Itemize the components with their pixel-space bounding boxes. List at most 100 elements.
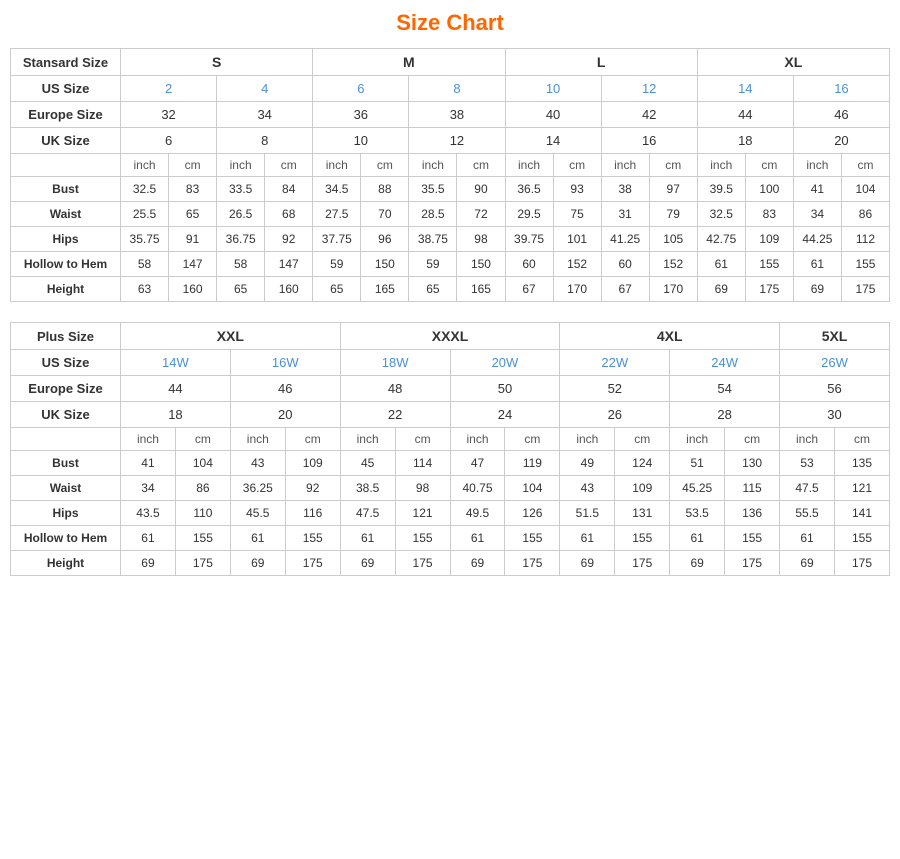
cell-4-9: 170	[553, 277, 601, 302]
uk-16: 16	[601, 128, 697, 154]
unit-cm-2: cm	[361, 154, 409, 177]
plus-cell-4-13: 175	[834, 551, 889, 576]
plus-cell-3-5: 155	[395, 526, 450, 551]
cell-3-0: 58	[121, 252, 169, 277]
cell-4-12: 69	[697, 277, 745, 302]
row-label-2: Hips	[11, 227, 121, 252]
plus-table-row: Hips43.511045.511647.512149.512651.51315…	[11, 501, 890, 526]
us-size-label: US Size	[11, 76, 121, 102]
cell-2-1: 91	[169, 227, 217, 252]
us-size-2: 2	[121, 76, 217, 102]
plus-row-label-1: Waist	[11, 476, 121, 501]
plus-uk-18: 18	[121, 402, 231, 428]
plus-cell-1-12: 47.5	[780, 476, 835, 501]
cell-3-12: 61	[697, 252, 745, 277]
cell-4-0: 63	[121, 277, 169, 302]
plus-europe-48: 48	[340, 376, 450, 402]
cell-3-5: 150	[361, 252, 409, 277]
plus-unit-cm-6: cm	[834, 428, 889, 451]
us-size-6: 6	[313, 76, 409, 102]
plus-cell-3-11: 155	[725, 526, 780, 551]
cell-3-2: 58	[217, 252, 265, 277]
plus-unit-cm-1: cm	[285, 428, 340, 451]
plus-unit-inch-6: inch	[780, 428, 835, 451]
plus-uk-20: 20	[230, 402, 340, 428]
cell-0-13: 100	[745, 177, 793, 202]
cell-4-11: 170	[649, 277, 697, 302]
europe-44: 44	[697, 102, 793, 128]
plus-cell-2-11: 136	[725, 501, 780, 526]
plus-uk-28: 28	[670, 402, 780, 428]
plus-size-5xl: 5XL	[780, 323, 890, 350]
plus-cell-2-4: 47.5	[340, 501, 395, 526]
plus-cell-4-1: 175	[175, 551, 230, 576]
us-size-8: 8	[409, 76, 505, 102]
plus-cell-2-7: 126	[505, 501, 560, 526]
plus-cell-1-4: 38.5	[340, 476, 395, 501]
cell-3-7: 150	[457, 252, 505, 277]
plus-cell-1-7: 104	[505, 476, 560, 501]
uk-18: 18	[697, 128, 793, 154]
uk-14: 14	[505, 128, 601, 154]
plus-unit-inch-5: inch	[670, 428, 725, 451]
plus-cell-0-1: 104	[175, 451, 230, 476]
plus-cell-3-12: 61	[780, 526, 835, 551]
plus-size-xxxl: XXXL	[340, 323, 560, 350]
plus-table-row: Height6917569175691756917569175691756917…	[11, 551, 890, 576]
us-size-10: 10	[505, 76, 601, 102]
uk-8: 8	[217, 128, 313, 154]
plus-cell-3-10: 61	[670, 526, 725, 551]
cell-1-13: 83	[745, 202, 793, 227]
plus-cell-0-0: 41	[121, 451, 176, 476]
cell-1-3: 68	[265, 202, 313, 227]
cell-1-14: 34	[793, 202, 841, 227]
plus-europe-50: 50	[450, 376, 560, 402]
plus-cell-3-3: 155	[285, 526, 340, 551]
plus-cell-3-2: 61	[230, 526, 285, 551]
plus-cell-1-5: 98	[395, 476, 450, 501]
standard-size-section: Stansard Size S M L XL US Size 2 4 6 8 1…	[10, 48, 890, 302]
europe-size-label: Europe Size	[11, 102, 121, 128]
cell-0-8: 36.5	[505, 177, 553, 202]
cell-2-6: 38.75	[409, 227, 457, 252]
plus-europe-label: Europe Size	[11, 376, 121, 402]
cell-3-4: 59	[313, 252, 361, 277]
plus-cell-0-13: 135	[834, 451, 889, 476]
plus-unit-cm-3: cm	[505, 428, 560, 451]
plus-uk-24: 24	[450, 402, 560, 428]
plus-europe-54: 54	[670, 376, 780, 402]
plus-cell-4-10: 69	[670, 551, 725, 576]
plus-cell-4-9: 175	[615, 551, 670, 576]
plus-cell-4-6: 69	[450, 551, 505, 576]
row-label-4: Height	[11, 277, 121, 302]
plus-uk-26: 26	[560, 402, 670, 428]
unit-inch-1: inch	[217, 154, 265, 177]
cell-4-10: 67	[601, 277, 649, 302]
cell-2-13: 109	[745, 227, 793, 252]
plus-header-label: Plus Size	[11, 323, 121, 350]
unit-inch-7: inch	[793, 154, 841, 177]
plus-cell-4-8: 69	[560, 551, 615, 576]
plus-cell-1-11: 115	[725, 476, 780, 501]
standard-size-m: M	[313, 49, 505, 76]
uk-size-label: UK Size	[11, 128, 121, 154]
cell-2-0: 35.75	[121, 227, 169, 252]
plus-cell-1-1: 86	[175, 476, 230, 501]
cell-2-4: 37.75	[313, 227, 361, 252]
plus-uk-22: 22	[340, 402, 450, 428]
cell-0-0: 32.5	[121, 177, 169, 202]
plus-europe-52: 52	[560, 376, 670, 402]
row-label-0: Bust	[11, 177, 121, 202]
plus-unit-inch-2: inch	[340, 428, 395, 451]
europe-34: 34	[217, 102, 313, 128]
uk-6: 6	[121, 128, 217, 154]
plus-cell-3-7: 155	[505, 526, 560, 551]
cell-1-5: 70	[361, 202, 409, 227]
plus-cell-2-3: 116	[285, 501, 340, 526]
cell-4-15: 175	[841, 277, 889, 302]
unit-cm-3: cm	[457, 154, 505, 177]
plus-cell-0-4: 45	[340, 451, 395, 476]
plus-cell-0-5: 114	[395, 451, 450, 476]
europe-32: 32	[121, 102, 217, 128]
cell-4-14: 69	[793, 277, 841, 302]
